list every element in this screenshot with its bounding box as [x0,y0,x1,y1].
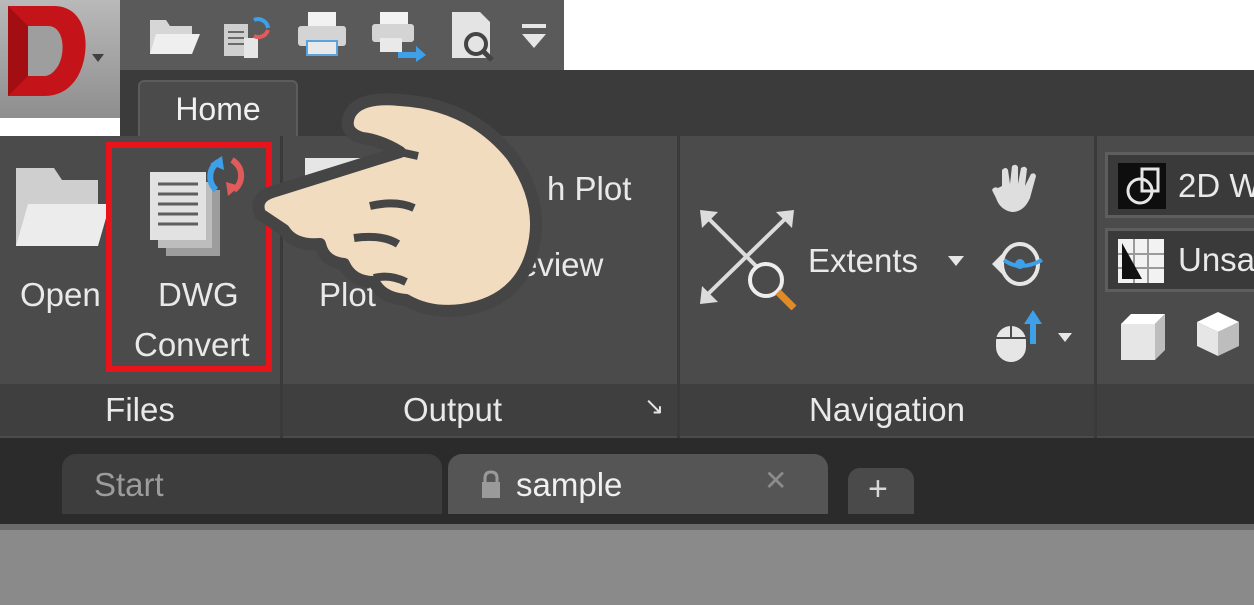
application-menu-button[interactable] [0,0,121,118]
chevron-down-icon[interactable] [946,252,966,268]
close-icon[interactable]: ✕ [764,464,787,497]
view-state-dropdown[interactable]: Unsav [1105,228,1254,292]
open-button[interactable]: Open [20,276,101,314]
customize-qat-icon[interactable] [514,8,554,62]
tab-start[interactable]: Start [62,454,442,514]
quick-access-toolbar [120,0,564,71]
dialog-launcher-icon[interactable]: ↘ [644,392,664,421]
mouse-icon[interactable] [992,308,1046,362]
open-folder-icon[interactable] [14,164,110,254]
navigation-panel-title: Navigation [680,384,1094,436]
files-panel-title: Files [0,384,280,436]
tab-start-label: Start [94,466,164,503]
output-panel-title: Output [283,384,677,436]
publish-icon[interactable] [370,8,426,62]
chevron-down-icon[interactable] [1056,330,1074,344]
cube-icon[interactable] [1117,310,1167,362]
new-tab-button[interactable]: + [848,468,914,514]
visual-style-label: 2D W [1178,167,1254,204]
zoom-extents-icon[interactable] [696,206,800,310]
orbit-icon[interactable] [990,238,1046,290]
visual-style-icon [1118,163,1166,209]
view-panel-title [1097,384,1254,436]
drawing-area[interactable] [0,530,1254,605]
lock-icon [482,470,500,498]
app-logo-icon [8,6,104,96]
convert-icon[interactable] [218,8,274,62]
tab-sample-label: sample [516,466,623,503]
print-icon[interactable] [294,8,350,62]
dropdown-icon [92,54,104,62]
preview-icon[interactable] [446,8,502,62]
view-panel: 2D W Unsav [1097,136,1254,384]
visual-style-dropdown[interactable]: 2D W [1105,152,1254,218]
pointing-hand-icon [252,93,543,317]
tab-sample[interactable]: sample ✕ [448,454,828,514]
pan-hand-icon[interactable] [990,164,1044,214]
ribbon: Open DWG Convert Plot h Plot eview Exten… [0,136,1254,438]
batch-plot-button[interactable]: h Plot [547,170,631,208]
cube-icon[interactable] [1195,310,1241,358]
open-folder-icon[interactable] [146,8,202,62]
view-state-label: Unsav [1178,241,1254,278]
navigation-panel: Extents [680,136,1094,384]
extents-label[interactable]: Extents [808,242,918,280]
document-tab-bar: Start sample ✕ + [0,438,1254,524]
view-grid-icon [1118,239,1164,283]
plus-icon: + [868,470,888,508]
